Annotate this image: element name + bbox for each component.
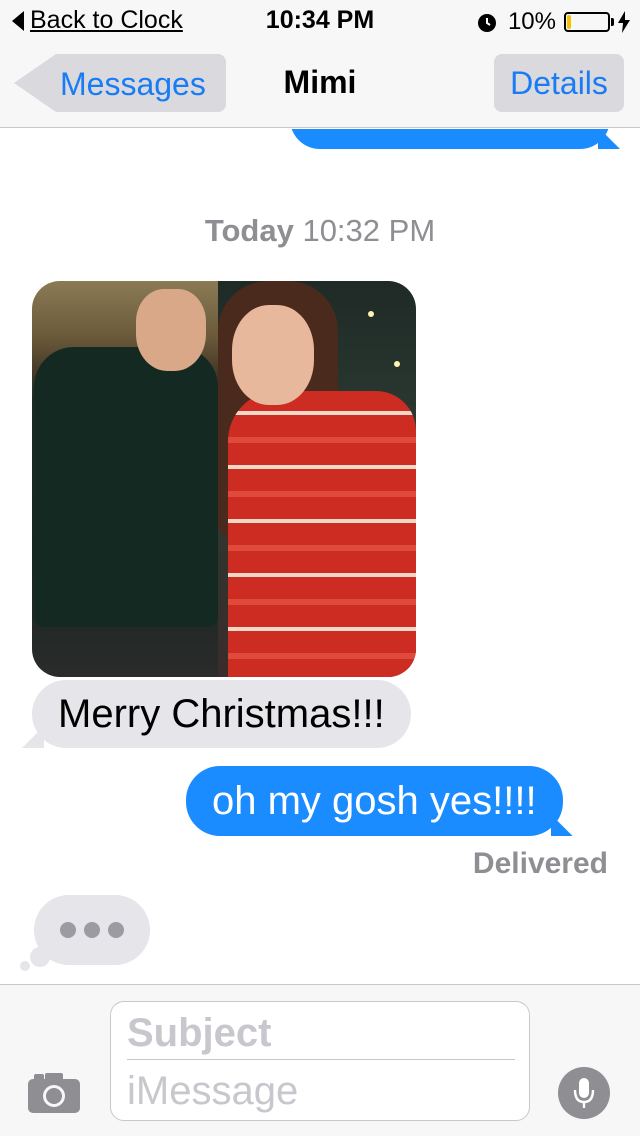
- tree-light: [368, 311, 374, 317]
- camera-icon: [28, 1073, 80, 1113]
- lightning-bolt-icon: [618, 11, 630, 33]
- photo-message[interactable]: [32, 281, 416, 677]
- message-thread[interactable]: Today 10:32 PM Merry Christmas!!! oh my …: [0, 129, 640, 984]
- subject-input[interactable]: [127, 1008, 515, 1060]
- typing-indicator-tail: [30, 947, 50, 967]
- compose-field[interactable]: [110, 1001, 530, 1121]
- photo-person-left-shirt: [34, 347, 218, 627]
- typing-indicator-tail-small: [20, 961, 30, 971]
- photo-person-right-face: [232, 305, 314, 405]
- received-message-bubble[interactable]: Merry Christmas!!!: [32, 680, 411, 748]
- microphone-icon: [573, 1078, 595, 1108]
- nav-bar: Messages Mimi Details: [0, 40, 640, 128]
- photo-left-half: [32, 281, 218, 677]
- details-button[interactable]: Details: [494, 54, 624, 112]
- typing-dot: [108, 922, 124, 938]
- battery-level: [567, 15, 571, 29]
- microphone-button[interactable]: [558, 1067, 610, 1119]
- sent-message-text: oh my gosh yes!!!!: [212, 779, 537, 823]
- typing-indicator: [34, 895, 150, 965]
- timestamp-day: Today: [204, 213, 294, 248]
- battery-icon: [564, 12, 610, 32]
- battery-cap: [611, 18, 614, 26]
- tree-light: [394, 361, 400, 367]
- photo-right-half: [218, 281, 416, 677]
- delivered-status: Delivered: [472, 847, 608, 880]
- thread-timestamp: Today 10:32 PM: [0, 213, 640, 249]
- status-indicators: 10%: [476, 8, 630, 36]
- sent-message-bubble[interactable]: oh my gosh yes!!!!: [186, 766, 563, 836]
- camera-button[interactable]: [28, 1071, 80, 1113]
- input-bar: [0, 984, 640, 1136]
- battery-percent: 10%: [507, 8, 556, 35]
- timestamp-time: 10:32 PM: [302, 213, 436, 248]
- status-bar: Back to Clock 10:34 PM 10%: [0, 0, 640, 40]
- photo-person-left-face: [136, 289, 206, 371]
- previous-sent-bubble: [290, 129, 610, 149]
- imessage-input[interactable]: [127, 1066, 515, 1116]
- photo-person-right-pajama: [228, 391, 416, 677]
- typing-dot: [84, 922, 100, 938]
- typing-dot: [60, 922, 76, 938]
- alarm-clock-icon: [477, 14, 496, 32]
- received-message-text: Merry Christmas!!!: [58, 692, 385, 736]
